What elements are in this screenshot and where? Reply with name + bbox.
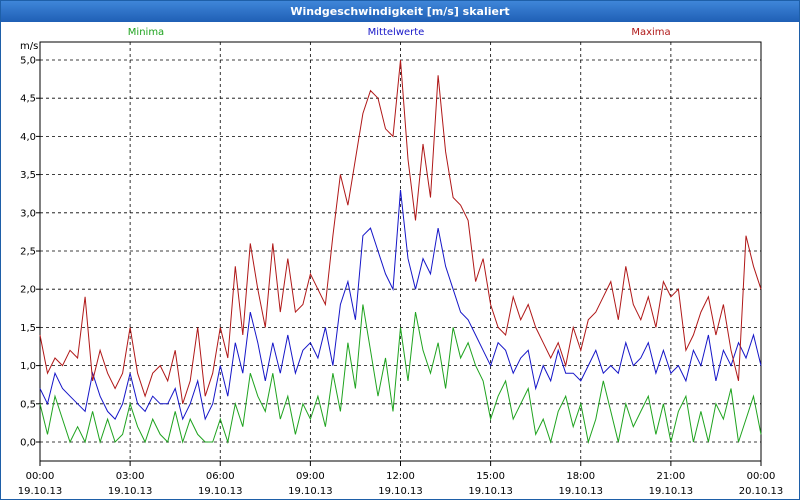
y-tick-label: 2,5	[20, 247, 36, 258]
y-tick-label: 4,0	[20, 132, 36, 143]
x-tick-date: 19.10.13	[378, 486, 423, 497]
y-tick-label: 1,5	[20, 323, 36, 334]
x-tick-date: 19.10.13	[558, 486, 603, 497]
x-tick-date: 20.10.13	[739, 486, 784, 497]
x-tick-date: 19.10.13	[649, 486, 694, 497]
x-tick-time: 15:00	[476, 471, 505, 482]
y-axis-label: m/s	[20, 41, 38, 52]
y-tick-label: 0,0	[20, 438, 36, 449]
x-tick-time: 00:00	[26, 471, 55, 482]
y-tick-label: 0,5	[20, 399, 36, 410]
y-tick-label: 2,0	[20, 285, 36, 296]
x-tick-date: 19.10.13	[108, 486, 153, 497]
legend-mittelwerte: Mittelwerte	[368, 27, 425, 38]
x-tick-date: 19.10.13	[468, 486, 513, 497]
y-tick-label: 5,0	[20, 56, 36, 67]
y-axis-ticks: 0,0 0,5 1,0 1,5 2,0 2,5 3,0 3,5 4,0 4,5 5,0	[20, 56, 40, 449]
x-tick-date: 19.10.13	[18, 486, 63, 497]
x-tick-time: 18:00	[566, 471, 595, 482]
x-tick-time: 09:00	[296, 471, 325, 482]
legend-minima: Minima	[128, 27, 164, 38]
x-tick-time: 12:00	[386, 471, 415, 482]
y-tick-label: 3,0	[20, 208, 36, 219]
x-tick-time: 03:00	[116, 471, 145, 482]
x-tick-time: 06:00	[206, 471, 235, 482]
y-tick-label: 4,5	[20, 94, 36, 105]
y-tick-label: 1,0	[20, 361, 36, 372]
x-tick-time: 00:00	[747, 471, 776, 482]
x-axis-ticks: 00:00 19.10.13 03:00 19.10.13 06:00 19.10.13 0…	[18, 461, 784, 497]
x-tick-time: 21:00	[656, 471, 685, 482]
legend-maxima: Maxima	[631, 27, 670, 38]
line-chart: 0,0 0,5 1,0 1,5 2,0 2,5 3,0 3,5 4,0 4,5 5,0 00:00 1…	[18, 27, 784, 497]
x-tick-date: 19.10.13	[288, 486, 333, 497]
y-tick-label: 3,5	[20, 170, 36, 181]
x-tick-date: 19.10.13	[198, 486, 243, 497]
